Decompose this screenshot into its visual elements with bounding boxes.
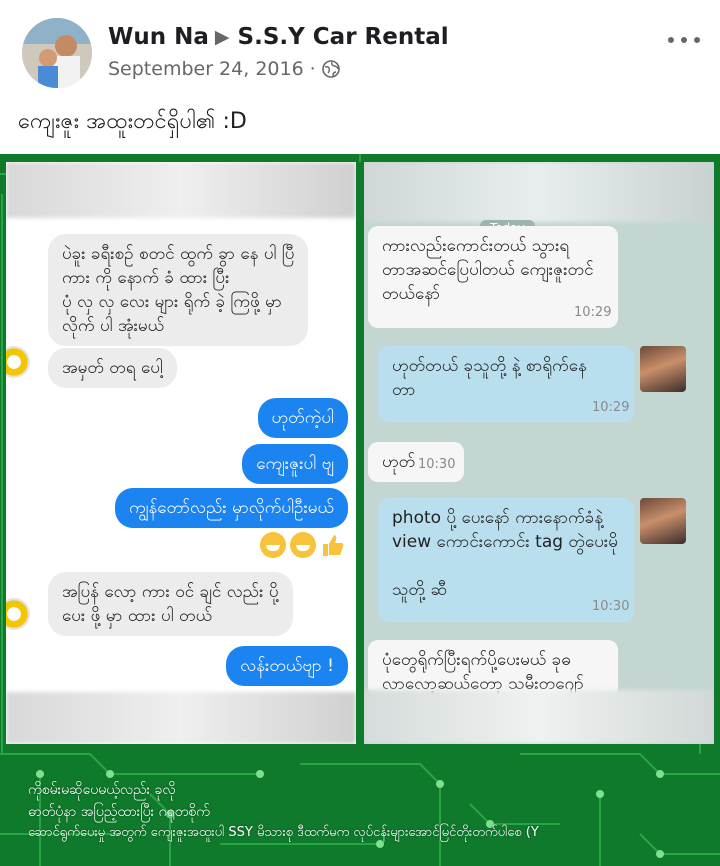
grin-emoji xyxy=(260,532,286,558)
blurred-header xyxy=(364,162,714,222)
message-time: 10:30 xyxy=(592,599,630,614)
message-time: 10:29 xyxy=(574,305,612,320)
viber-screenshot: Today ကားလည်းကောင်းတယ် သွားရ တာအဆင်ပြေပါ… xyxy=(364,162,714,744)
post-meta: September 24, 2016 · xyxy=(108,58,340,80)
post-caption: ကျေးဇူး အထူးတင်ရှိပါ၏ :D xyxy=(18,109,247,134)
message-time: 10:29 xyxy=(592,400,630,415)
chat-bubble-outgoing: ကျွန်တော်လည်း မှာလိုက်ပါဦးမယ် xyxy=(115,488,348,528)
post-date[interactable]: September 24, 2016 xyxy=(108,58,304,80)
chat-bubble-outgoing: လန်းတယ်ဗျာ ! xyxy=(226,646,348,686)
chat-bubble-incoming: အမှတ် တရ ပေါ့ xyxy=(48,348,177,388)
post-photo[interactable]: ပဲခူး ခရီးစဉ် စတင် ထွက် ခွာ နေ ပါ ပြီ ကာ… xyxy=(0,154,720,866)
chat-bubble-incoming: ပဲခူး ခရီးစဉ် စတင် ထွက် ခွာ နေ ပါ ပြီ ကာ… xyxy=(48,234,309,346)
photo-footer-line: ဓာတ်ပုံနာ အပြည့်ထားပြီး ဂရုတစိုက် xyxy=(28,804,210,820)
sender-avatar xyxy=(6,346,30,378)
messenger-screenshot: ပဲခူး ခရီးစဉ် စတင် ထွက် ခွာ နေ ပါ ပြီ ကာ… xyxy=(6,162,356,744)
contact-avatar xyxy=(640,498,686,544)
wink-emoji xyxy=(290,532,316,558)
chat-bubble-outgoing: ကျေးဇူးပါ ဗျ xyxy=(242,444,348,484)
sender-avatar xyxy=(6,598,30,630)
emoji-row xyxy=(260,532,346,558)
thumbs-up-icon xyxy=(323,535,344,556)
message-time: 10:30 xyxy=(418,457,456,472)
play-arrow-icon: ▶ xyxy=(214,26,230,48)
photo-footer-line: ဆောင်ရွက်ပေးမှု အတွက် ကျေးဇူးအထူးပါ SSY … xyxy=(28,825,539,840)
chat-bubble-outgoing: ဟုတ်ကဲ့ပါ xyxy=(257,398,348,438)
more-icon[interactable] xyxy=(668,30,700,50)
page-name[interactable]: S.S.Y Car Rental xyxy=(238,24,449,50)
author-avatar[interactable] xyxy=(22,18,92,88)
meta-separator: · xyxy=(309,58,316,80)
globe-icon xyxy=(321,60,340,78)
blurred-footer xyxy=(364,690,714,744)
blurred-footer xyxy=(6,692,356,744)
author-name[interactable]: Wun Na xyxy=(108,24,209,50)
blurred-header xyxy=(6,162,356,218)
chat-bubble-incoming: အပြန် လော့ ကား ဝင် ချင် လည်း ပို့ ပေး ဖိ… xyxy=(48,572,293,636)
author-line: Wun Na ▶ S.S.Y Car Rental xyxy=(108,24,449,50)
post-header: Wun Na ▶ S.S.Y Car Rental September 24, 20… xyxy=(0,0,720,100)
contact-avatar xyxy=(640,346,686,392)
photo-footer-line: ကိုစမ်းမဆိုပေမယ့်လည်း ခုလို xyxy=(28,782,176,798)
